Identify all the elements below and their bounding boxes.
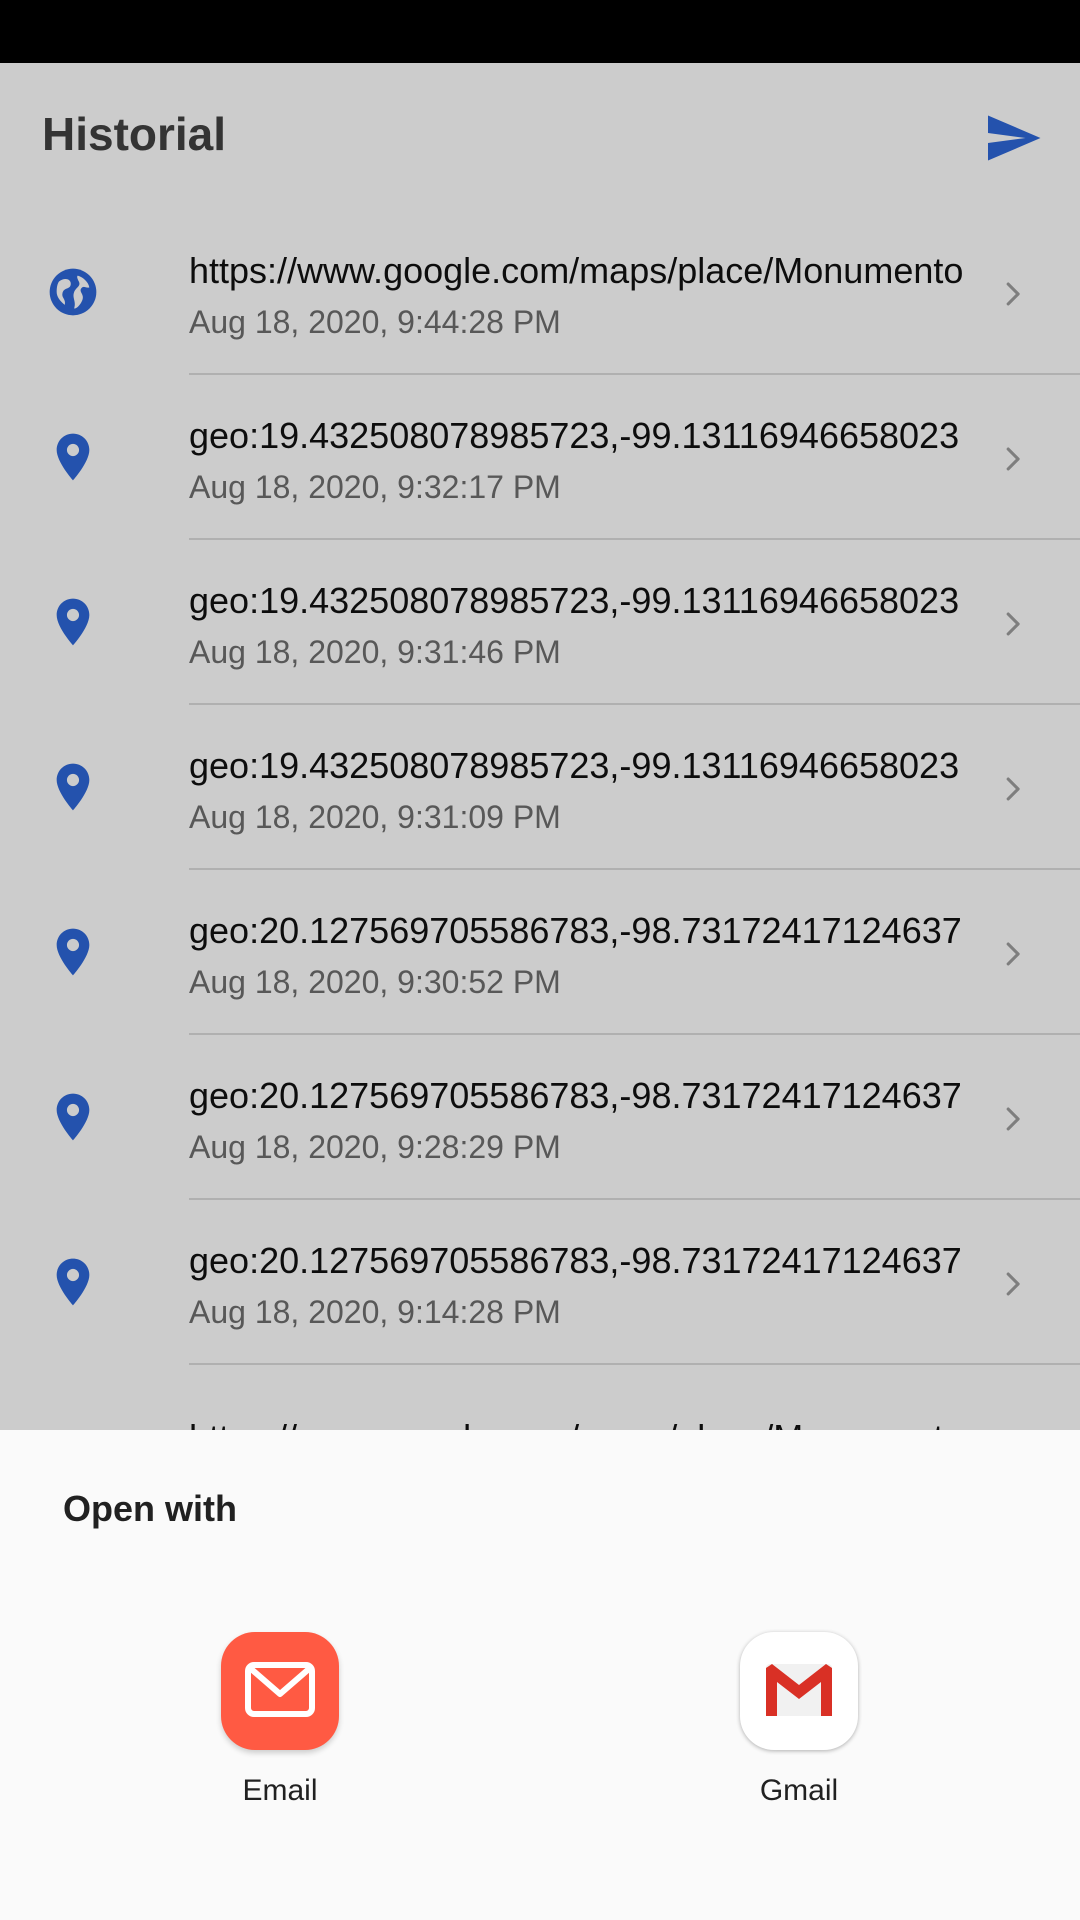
email-app-label: Email: [242, 1774, 318, 1807]
email-app-icon: [221, 1632, 339, 1750]
gmail-app-icon: [740, 1632, 858, 1750]
sheet-title: Open with: [63, 1488, 237, 1529]
open-with-sheet: Open with Email Gmail: [0, 1430, 1080, 1920]
gmail-app-option[interactable]: Gmail: [689, 1632, 909, 1832]
email-app-option[interactable]: Email: [170, 1632, 390, 1832]
dim-overlay[interactable]: [0, 0, 1080, 1430]
gmail-app-label: Gmail: [759, 1774, 839, 1807]
